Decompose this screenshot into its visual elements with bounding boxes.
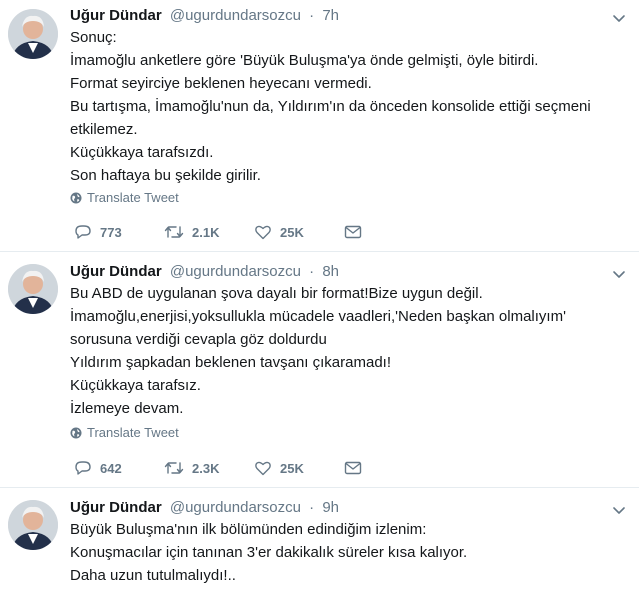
tweet-line: Küçükkaya tarafsız. <box>70 377 201 394</box>
reply-icon <box>75 225 91 239</box>
tweet-line: Konuşmacılar için tanınan 3'er dakikalık… <box>70 544 468 561</box>
retweet-count: 2.3K <box>192 460 220 476</box>
tweet-line: Son haftaya bu şekilde girilir. <box>70 167 261 184</box>
retweet-button[interactable]: 2.1K <box>164 223 254 241</box>
tweet-header: Uğur Dündar @ugurdundarsozcu · 7h <box>70 6 339 26</box>
tweet-line: Bu ABD de uygulanan şova dayalı bir form… <box>70 285 483 302</box>
tweet-header: Uğur Dündar @ugurdundarsozcu · 9h <box>70 498 339 518</box>
reply-count: 642 <box>100 460 122 476</box>
retweet-icon <box>164 462 184 474</box>
translate-tweet-link[interactable]: Translate Tweet <box>70 424 179 442</box>
chevron-down-icon[interactable] <box>611 266 627 282</box>
tweet-text: Sonuç: İmamoğlu anketlere göre 'Büyük Bu… <box>70 26 630 187</box>
tweet[interactable]: Uğur Dündar @ugurdundarsozcu · 7h Sonuç:… <box>0 0 639 252</box>
tweet-line: İmamoğlu,enerjisi,yoksullukla mücadele v… <box>70 308 566 325</box>
globe-icon <box>70 427 82 439</box>
tweet-line: Format seyirciye beklenen heyecanı verme… <box>70 75 372 92</box>
like-icon <box>255 461 271 476</box>
chevron-down-icon[interactable] <box>611 502 627 518</box>
avatar[interactable] <box>8 500 58 550</box>
retweet-count: 2.1K <box>192 224 220 240</box>
message-icon <box>344 461 362 475</box>
translate-label[interactable]: Translate Tweet <box>87 189 179 207</box>
timestamp[interactable]: 8h <box>322 263 339 280</box>
author-handle[interactable]: @ugurdundarsozcu <box>170 499 301 516</box>
reply-count: 773 <box>100 224 122 240</box>
reply-icon <box>75 461 91 475</box>
reply-button[interactable]: 773 <box>74 223 164 241</box>
timestamp[interactable]: 9h <box>322 499 339 516</box>
tweet-line: Daha uzun tutulmalıydı!.. <box>70 567 236 584</box>
direct-message-button[interactable] <box>344 223 434 241</box>
direct-message-button[interactable] <box>344 459 434 477</box>
like-count: 25K <box>280 460 304 476</box>
tweet-line: Yıldırım şapkadan beklenen tavşanı çıkar… <box>70 354 392 371</box>
timestamp[interactable]: 7h <box>322 7 339 24</box>
message-icon <box>344 225 362 239</box>
reply-button[interactable]: 642 <box>74 459 164 477</box>
separator-dot: · <box>309 263 315 280</box>
tweet-line: İzlemeye devam. <box>70 400 184 417</box>
tweet-actions: 773 2.1K 25K <box>74 222 434 242</box>
like-count: 25K <box>280 224 304 240</box>
tweet-line: Küçükkaya tarafsızdı. <box>70 144 214 161</box>
chevron-down-icon[interactable] <box>611 10 627 26</box>
avatar[interactable] <box>8 9 58 59</box>
like-button[interactable]: 25K <box>254 223 344 241</box>
retweet-icon <box>164 226 184 238</box>
globe-icon <box>70 192 82 204</box>
tweet-actions: 642 2.3K 25K <box>74 458 434 478</box>
tweet-line: etkilemez. <box>70 121 138 138</box>
retweet-button[interactable]: 2.3K <box>164 459 254 477</box>
like-icon <box>255 225 271 240</box>
tweet-line: Sonuç: <box>70 29 117 46</box>
tweet-line: sorusuna verdiği cevapla göz doldurdu <box>70 331 327 348</box>
tweet-line: Büyük Buluşma'nın ilk bölümünden edindiğ… <box>70 521 427 538</box>
author-name[interactable]: Uğur Dündar <box>70 7 162 24</box>
tweet-header: Uğur Dündar @ugurdundarsozcu · 8h <box>70 262 339 282</box>
tweet-text: Bu ABD de uygulanan şova dayalı bir form… <box>70 282 630 420</box>
author-handle[interactable]: @ugurdundarsozcu <box>170 7 301 24</box>
author-name[interactable]: Uğur Dündar <box>70 263 162 280</box>
author-name[interactable]: Uğur Dündar <box>70 499 162 516</box>
tweet-text: Büyük Buluşma'nın ilk bölümünden edindiğ… <box>70 518 630 587</box>
separator-dot: · <box>309 499 315 516</box>
translate-label[interactable]: Translate Tweet <box>87 424 179 442</box>
avatar[interactable] <box>8 264 58 314</box>
author-handle[interactable]: @ugurdundarsozcu <box>170 263 301 280</box>
separator-dot: · <box>309 7 315 24</box>
tweet-line: İmamoğlu anketlere göre 'Büyük Buluşma'y… <box>70 52 539 69</box>
tweet[interactable]: Uğur Dündar @ugurdundarsozcu · 9h Büyük … <box>0 488 639 590</box>
tweet[interactable]: Uğur Dündar @ugurdundarsozcu · 8h Bu ABD… <box>0 252 639 488</box>
tweet-line: Bu tartışma, İmamoğlu'nun da, Yıldırım'ı… <box>70 98 591 115</box>
translate-tweet-link[interactable]: Translate Tweet <box>70 189 179 207</box>
like-button[interactable]: 25K <box>254 459 344 477</box>
